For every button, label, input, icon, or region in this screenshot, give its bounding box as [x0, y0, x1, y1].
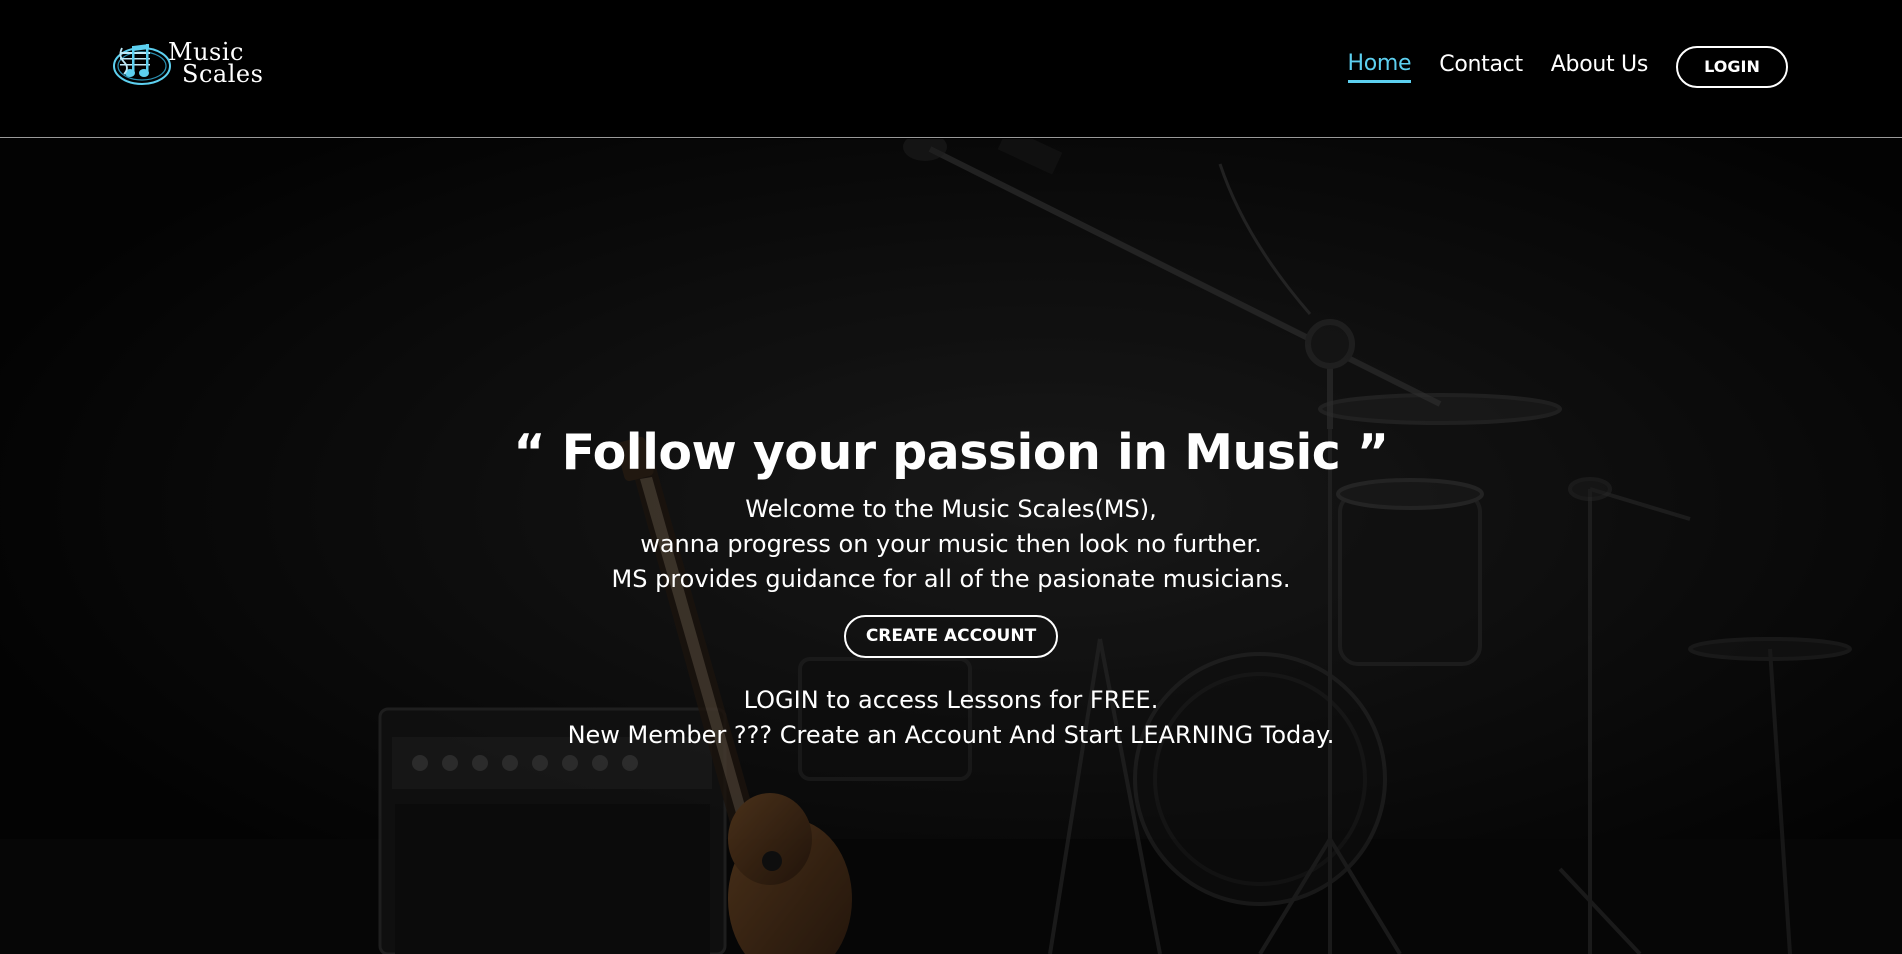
brand-name: Music Scales [168, 40, 264, 88]
brand-line-2: Scales [182, 60, 264, 88]
hero-section: “ Follow your passion in Music ” Welcome… [0, 139, 1902, 954]
create-account-button[interactable]: CREATE ACCOUNT [844, 615, 1058, 658]
hero-note-line-2: New Member ??? Create an Account And Sta… [567, 721, 1335, 749]
nav-home-link[interactable]: Home [1347, 51, 1412, 83]
music-scales-logo[interactable]: Music Scales [112, 34, 272, 92]
login-button[interactable]: LOGIN [1676, 45, 1788, 88]
hero-note: LOGIN to access Lessons for FREE. New Me… [0, 683, 1902, 753]
nav-contact-link[interactable]: Contact [1439, 52, 1523, 81]
hero-headline: “ Follow your passion in Music ” [513, 424, 1389, 481]
nav-about-link[interactable]: About Us [1551, 52, 1649, 81]
hero-line-1: Welcome to the Music Scales(MS), [745, 495, 1157, 523]
music-notes-logo-icon [113, 44, 171, 85]
main-nav: Home Contact About Us LOGIN [1347, 45, 1788, 88]
hero-line-3: MS provides guidance for all of the pasi… [611, 565, 1291, 593]
hero-content: “ Follow your passion in Music ” Welcome… [0, 422, 1902, 753]
hero-line-2: wanna progress on your music then look n… [640, 530, 1262, 558]
hero-description: Welcome to the Music Scales(MS), wanna p… [0, 492, 1902, 597]
site-header: Music Scales Home Contact About Us LOGIN [0, 0, 1902, 138]
hero-note-line-1: LOGIN to access Lessons for FREE. [743, 686, 1159, 714]
